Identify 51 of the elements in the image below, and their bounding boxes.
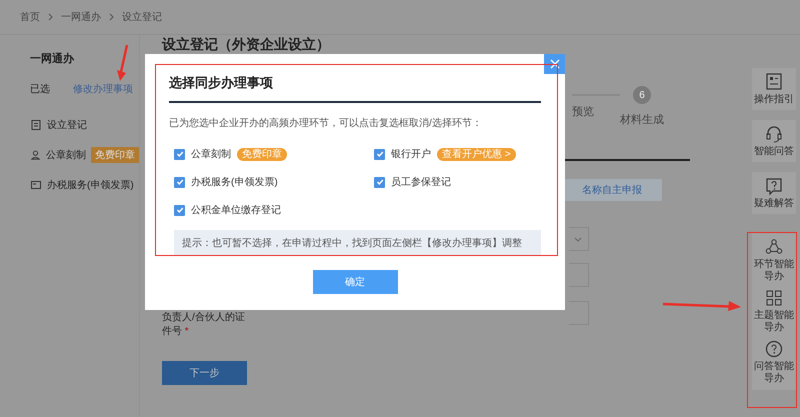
step-number: 6 [633,86,651,104]
toolbar-card[interactable]: 疑难解答 [752,172,796,214]
chevron-icon [109,13,114,21]
dialog-description: 已为您选中企业开办的高频办理环节，可以点击复选框取消/选择环节： [169,116,483,130]
toolbar-item[interactable]: 环节智能导办 [753,259,795,283]
next-button[interactable]: 下一步 [162,361,247,385]
breadcrumb-link[interactable]: 设立登记 [122,10,162,24]
person-icon [30,149,41,161]
badge: 免费印章 [91,147,139,163]
checkbox[interactable] [374,176,385,188]
chevron-down-icon [574,236,582,242]
hint-text: 提示：也可暂不选择，在申请过程中，找到页面左侧栏【修改办理事项】调整 [174,230,541,256]
document-icon [30,119,42,131]
help-icon [764,176,784,196]
dialog-title: 选择同步办理事项 [169,74,273,92]
chevron-icon [48,13,53,21]
close-button[interactable] [544,54,565,74]
checkbox[interactable] [374,148,385,160]
select-field[interactable] [569,227,589,251]
help-icon [764,339,784,359]
page-title: 设立登记（外资企业设立） [162,36,330,52]
headset-icon [764,124,784,144]
sidebar-title: 一网通办 [30,52,74,66]
breadcrumb-link[interactable]: 首页 [20,10,40,24]
selected-label: 已选 [30,82,50,96]
sidebar-item[interactable]: 公章刻制 [46,148,86,162]
step-label: 预览 [572,105,594,119]
annotation-arrow [116,44,130,82]
option-label[interactable]: 公积金单位缴存登记 [191,203,281,217]
name-declare-tab[interactable]: 名称自主申报 [562,179,662,201]
sidebar-item[interactable]: 设立登记 [47,118,87,132]
checkbox[interactable] [174,176,185,188]
step-label: 材料生成 [620,113,664,127]
toolbar-item[interactable]: 问答智能导办 [753,361,795,385]
option-label[interactable]: 员工参保登记 [391,175,451,189]
promo-badge: 免费印章 [237,148,287,160]
close-icon [550,59,560,69]
card-icon [30,179,42,191]
toolbar-card[interactable]: 智能问答 [752,120,796,162]
option-label[interactable]: 公章刻制 [191,147,231,161]
sidebar-item[interactable]: 办税服务(申领发票) [47,178,134,192]
option-label[interactable]: 银行开户 [391,147,431,161]
document-icon [764,72,784,92]
option-label[interactable]: 办税服务(申领发票) [191,175,278,189]
breadcrumb-link[interactable]: 一网通办 [61,10,101,24]
toolbar-card[interactable]: 操作指引 [752,68,796,110]
field-label: 负责人/合伙人的证件号 * [162,311,246,339]
checkbox[interactable] [174,204,185,216]
grid-icon [764,288,784,308]
checkbox[interactable] [174,148,185,160]
toolbar-item[interactable]: 主题智能导办 [753,310,795,334]
